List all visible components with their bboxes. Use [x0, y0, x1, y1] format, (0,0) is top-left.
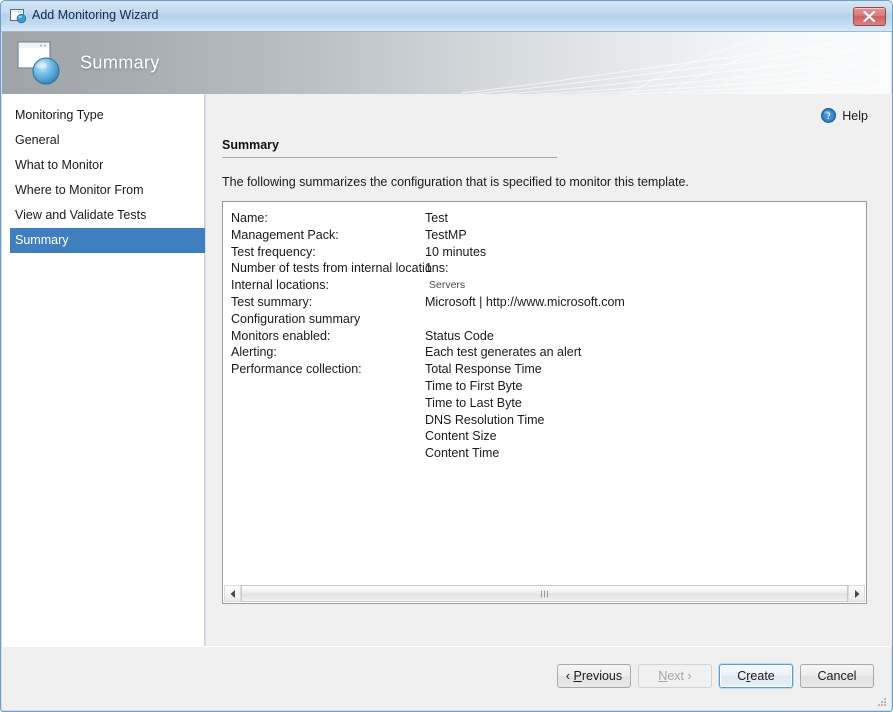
- row-label: Name:: [231, 211, 268, 225]
- sidebar-item-general[interactable]: General: [10, 128, 204, 153]
- row-label: Internal locations:: [231, 278, 329, 293]
- sidebar-item-monitoring-type[interactable]: Monitoring Type: [10, 103, 204, 128]
- intro-text: The following summarizes the configurati…: [222, 175, 689, 189]
- row-value: TestMP: [425, 227, 467, 242]
- previous-button-label: ‹ Previous: [565, 669, 623, 683]
- summary-row: Management Pack: TestMP: [231, 228, 866, 245]
- row-value: Time to First Byte: [425, 378, 523, 393]
- scrollbar-thumb[interactable]: [241, 585, 848, 602]
- row-value: Time to Last Byte: [425, 395, 522, 410]
- scroll-left-arrow-icon[interactable]: [224, 585, 241, 602]
- close-icon: [863, 11, 876, 22]
- create-button[interactable]: Create: [719, 664, 793, 688]
- summary-box: Name: Test Management Pack: TestMP Test …: [222, 201, 867, 604]
- help-label: Help: [842, 108, 868, 123]
- page-title: Summary: [222, 138, 279, 152]
- row-value: DNS Resolution Time: [425, 412, 545, 427]
- banner-mesh-decoration: [461, 32, 891, 94]
- scroll-right-arrow-icon[interactable]: [848, 585, 865, 602]
- summary-rows: Name: Test Management Pack: TestMP Test …: [223, 202, 866, 463]
- scroll-thumb-grip-icon: [541, 590, 548, 597]
- summary-row: Time to Last Byte: [231, 396, 866, 413]
- help-circle-icon: ?: [821, 108, 837, 123]
- sidebar-item-summary[interactable]: Summary: [10, 228, 205, 253]
- summary-row: Content Size: [231, 429, 866, 446]
- summary-row: DNS Resolution Time: [231, 413, 866, 430]
- row-value: Total Response Time: [425, 362, 542, 377]
- summary-row: Monitors enabled: Status Code: [231, 329, 866, 346]
- summary-row: Name: Test: [231, 211, 866, 228]
- next-button-label: Next ›: [658, 669, 692, 683]
- cancel-button-label: Cancel: [817, 669, 857, 683]
- banner-window-globe-icon: [17, 40, 63, 86]
- svg-text:?: ?: [827, 111, 832, 121]
- wizard-banner: Summary: [2, 32, 891, 94]
- summary-row: Content Time: [231, 446, 866, 463]
- title-bar: Add Monitoring Wizard: [1, 1, 892, 32]
- content-panel: ? Help Summary The following summarizes …: [206, 94, 892, 646]
- summary-row: Alerting: Each test generates an alert: [231, 345, 866, 362]
- sidebar-item-where-to-monitor-from[interactable]: Where to Monitor From: [10, 178, 204, 203]
- row-value: 10 minutes: [425, 244, 487, 259]
- row-value: Servers: [429, 279, 466, 292]
- summary-row: Test summary: Microsoft | http://www.mic…: [231, 295, 866, 312]
- row-value: Each test generates an alert: [425, 345, 582, 360]
- row-label: Alerting:: [231, 345, 277, 360]
- row-label: Performance collection:: [231, 362, 362, 377]
- row-label: Configuration summary: [231, 311, 361, 326]
- summary-row: Internal locations: Servers: [231, 278, 866, 295]
- create-button-label: Create: [737, 669, 775, 683]
- sidebar-item-what-to-monitor[interactable]: What to Monitor: [10, 153, 204, 178]
- window-title: Add Monitoring Wizard: [32, 8, 159, 22]
- row-value: Microsoft | http://www.microsoft.com: [425, 294, 625, 309]
- sidebar-item-view-and-validate-tests[interactable]: View and Validate Tests: [10, 203, 204, 228]
- row-value: Content Time: [425, 446, 500, 461]
- summary-row: Test frequency: 10 minutes: [231, 245, 866, 262]
- row-label: Test frequency:: [231, 244, 316, 259]
- close-button[interactable]: [853, 7, 886, 26]
- cancel-button[interactable]: Cancel: [800, 664, 874, 688]
- summary-row: Performance collection: Total Response T…: [231, 362, 866, 379]
- summary-row: Number of tests from internal locations:…: [231, 261, 866, 278]
- row-value: Status Code: [425, 328, 494, 343]
- resize-grip-icon[interactable]: [875, 695, 887, 707]
- wizard-window: Add Monitoring Wizard Summary Monitoring…: [0, 0, 893, 712]
- row-value: 1: [425, 261, 432, 276]
- summary-row: Time to First Byte: [231, 379, 866, 396]
- wizard-step-sidebar: Monitoring Type General What to Monitor …: [2, 94, 205, 646]
- row-label: Test summary:: [231, 294, 313, 309]
- footer-bar: ‹ Previous Next › Create Cancel: [2, 646, 891, 710]
- row-label: Monitors enabled:: [231, 328, 331, 343]
- scrollbar-track[interactable]: [241, 585, 848, 602]
- sidebar-list: Monitoring Type General What to Monitor …: [2, 103, 205, 253]
- horizontal-scrollbar[interactable]: [224, 585, 865, 602]
- next-button[interactable]: Next ›: [638, 664, 712, 688]
- window-globe-icon: [10, 8, 27, 24]
- row-value: Test: [425, 211, 448, 225]
- title-rule: [222, 157, 557, 158]
- row-label: Management Pack:: [231, 227, 339, 242]
- previous-button[interactable]: ‹ Previous: [557, 664, 631, 688]
- row-value: Content Size: [425, 429, 497, 444]
- summary-row: Configuration summary: [231, 312, 866, 329]
- banner-title: Summary: [80, 52, 160, 73]
- help-link[interactable]: ? Help: [821, 108, 868, 123]
- row-label: Number of tests from internal locations:: [231, 261, 449, 276]
